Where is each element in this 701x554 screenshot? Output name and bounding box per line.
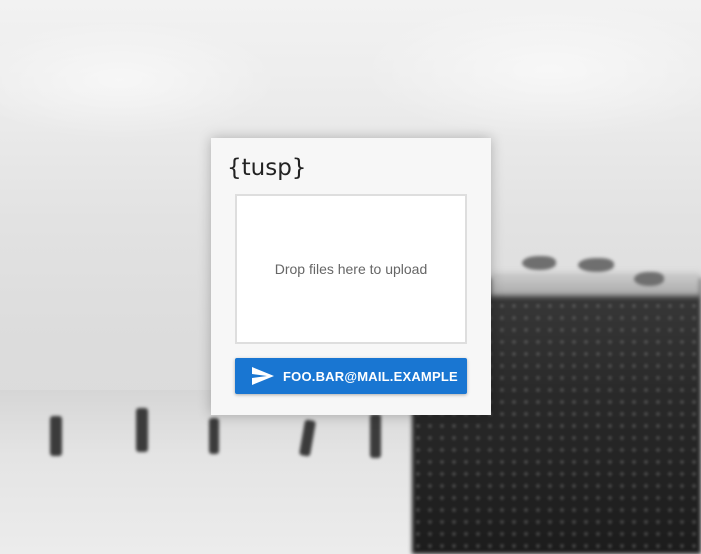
dropzone-label: Drop files here to upload [274,261,428,277]
send-button[interactable]: FOO.BAR@MAIL.EXAMPLE [235,358,467,394]
water-post [136,408,148,452]
water-post [209,418,219,454]
send-icon [251,366,275,386]
bird [634,272,664,286]
bird [522,256,556,270]
send-button-label: FOO.BAR@MAIL.EXAMPLE [283,368,458,384]
app-title: {tusp} [227,155,307,181]
water-post [50,416,62,456]
bird [578,258,614,272]
upload-card: {tusp} Drop files here to upload FOO.BAR… [211,138,491,415]
pier-top [490,272,701,296]
sky-cloud [360,0,701,140]
sky-cloud [0,20,280,140]
water-post [370,414,381,458]
file-dropzone[interactable]: Drop files here to upload [235,194,467,344]
